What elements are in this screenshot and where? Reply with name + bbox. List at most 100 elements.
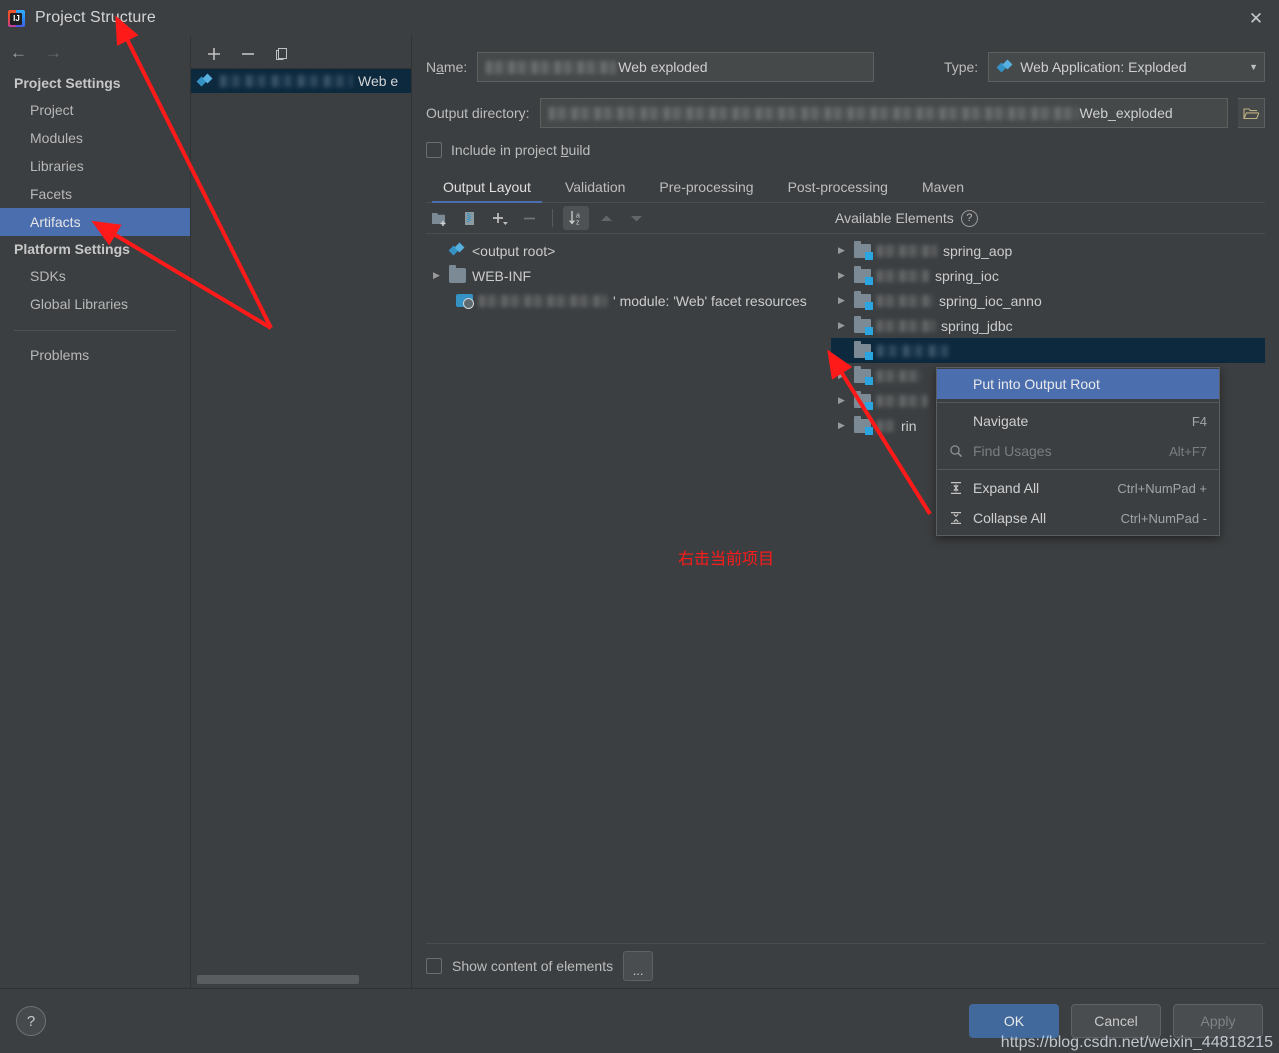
chevron-right-icon[interactable]: ▶ — [835, 370, 848, 381]
list-item[interactable]: Web e — [191, 69, 411, 93]
menu-item-label: Find Usages — [973, 443, 1052, 459]
list-item[interactable]: ▶ spring_ioc — [831, 263, 1265, 288]
sidebar-item-problems[interactable]: Problems — [0, 341, 190, 369]
search-icon — [947, 444, 965, 458]
sidebar-item-facets[interactable]: Facets — [0, 180, 190, 208]
output-layout-split: a z ▶ — [426, 203, 1265, 943]
tab-pre-processing[interactable]: Pre-processing — [642, 179, 770, 202]
artifact-icon — [449, 243, 466, 258]
redacted-prefix — [877, 244, 937, 257]
menu-item-put-into-output-root[interactable]: Put into Output Root — [937, 369, 1219, 399]
tab-maven[interactable]: Maven — [905, 179, 981, 202]
available-elements-title: Available Elements — [835, 210, 954, 226]
list-item-label: spring_aop — [943, 242, 1013, 259]
back-arrow-icon[interactable]: ← — [10, 43, 27, 63]
redacted-prefix — [877, 344, 949, 357]
library-icon — [854, 315, 873, 335]
browse-folder-icon[interactable] — [1238, 98, 1265, 128]
chevron-right-icon[interactable]: ▶ — [835, 395, 848, 406]
chevron-right-icon[interactable]: ▶ — [835, 270, 848, 281]
move-up-button[interactable] — [593, 206, 619, 230]
chevron-right-icon[interactable]: ▶ — [835, 420, 848, 431]
show-content-options-button[interactable]: ... — [623, 951, 654, 981]
toolbar-divider — [552, 209, 553, 227]
redacted-prefix — [877, 269, 929, 282]
ok-button[interactable]: OK — [969, 1004, 1059, 1038]
svg-text:a: a — [576, 213, 580, 220]
menu-item-collapse-all[interactable]: Collapse All Ctrl+NumPad - — [937, 503, 1219, 533]
list-item[interactable]: ▶ — [831, 338, 1265, 363]
add-copy-button[interactable] — [486, 206, 512, 230]
list-item[interactable]: ▶ spring_jdbc — [831, 313, 1265, 338]
tree-node-label: ' module: 'Web' facet resources — [613, 292, 807, 309]
tab-output-layout[interactable]: Output Layout — [426, 179, 548, 203]
redacted-artifact-name — [220, 75, 352, 87]
menu-divider — [937, 402, 1219, 403]
redacted-output-path — [548, 106, 1079, 120]
question-mark-icon[interactable]: ? — [960, 209, 978, 227]
output-directory-input[interactable]: Web_exploded — [539, 98, 1228, 128]
sidebar-item-libraries[interactable]: Libraries — [0, 152, 190, 180]
name-label: Name: — [426, 59, 468, 75]
artifact-tabs: Output Layout Validation Pre-processing … — [426, 172, 1265, 203]
title-bar: IJ Project Structure ✕ — [0, 0, 1279, 36]
chevron-right-icon[interactable]: ▶ — [430, 270, 443, 281]
tree-node-web-inf[interactable]: ▶ WEB-INF — [426, 263, 831, 288]
tab-post-processing[interactable]: Post-processing — [771, 179, 905, 202]
move-down-button[interactable] — [623, 206, 649, 230]
module-icon — [456, 294, 474, 309]
sidebar-item-modules[interactable]: Modules — [0, 124, 190, 152]
type-select[interactable]: Web Application: Exploded ▼ — [988, 52, 1265, 82]
forward-arrow-icon[interactable]: → — [45, 43, 62, 63]
menu-item-expand-all[interactable]: Expand All Ctrl+NumPad + — [937, 473, 1219, 503]
redacted-prefix — [877, 369, 921, 382]
menu-item-find-usages[interactable]: Find Usages Alt+F7 — [937, 436, 1219, 466]
sort-button[interactable]: a z — [563, 206, 589, 230]
include-in-build-checkbox[interactable] — [426, 142, 442, 158]
dialog-buttons: OK Cancel Apply — [969, 1004, 1263, 1038]
library-icon — [854, 415, 873, 435]
copy-artifact-button[interactable] — [273, 45, 291, 63]
collapse-all-icon — [947, 511, 965, 525]
create-directory-button[interactable] — [426, 206, 452, 230]
create-archive-button[interactable] — [456, 206, 482, 230]
menu-item-navigate[interactable]: Navigate F4 — [937, 406, 1219, 436]
add-artifact-button[interactable] — [205, 45, 223, 63]
help-button[interactable]: ? — [16, 1006, 46, 1036]
sidebar-group-project-settings: Project Settings — [14, 75, 121, 91]
twisty-placeholder: ▶ — [835, 345, 848, 356]
library-icon — [854, 240, 873, 260]
chevron-right-icon[interactable]: ▶ — [835, 245, 848, 256]
list-item-label: spring_ioc — [935, 267, 999, 284]
sidebar-item-global-libraries[interactable]: Global Libraries — [0, 290, 190, 318]
show-content-checkbox[interactable] — [426, 958, 442, 974]
output-directory-label: Output directory: — [426, 105, 530, 121]
remove-element-button[interactable] — [516, 206, 542, 230]
library-icon — [854, 390, 873, 410]
name-row: Name: Web exploded Type: Web Application… — [426, 52, 1265, 82]
list-item[interactable]: ▶ spring_aop — [831, 238, 1265, 263]
apply-button[interactable]: Apply — [1173, 1004, 1263, 1038]
chevron-right-icon[interactable]: ▶ — [835, 295, 848, 306]
output-layout-toolbar: a z — [426, 203, 831, 234]
name-input[interactable]: Web exploded — [477, 52, 874, 82]
sidebar-item-artifacts[interactable]: Artifacts — [0, 208, 190, 236]
sidebar-group-platform-settings: Platform Settings — [14, 241, 130, 257]
remove-artifact-button[interactable] — [239, 45, 257, 63]
list-item-label: spring_ioc_anno — [939, 292, 1042, 309]
cancel-button[interactable]: Cancel — [1071, 1004, 1161, 1038]
chevron-right-icon[interactable]: ▶ — [835, 320, 848, 331]
sidebar-item-sdks[interactable]: SDKs — [0, 262, 190, 290]
artifact-list-horizontal-scrollbar[interactable] — [197, 975, 359, 984]
list-item-label: spring_jdbc — [941, 317, 1013, 334]
watermark: https://blog.csdn.net/weixin_44818215 — [1000, 1034, 1273, 1051]
list-item[interactable]: ▶ spring_ioc_anno — [831, 288, 1265, 313]
tree-node-module-facet-resources[interactable]: ' module: 'Web' facet resources — [426, 288, 831, 313]
sidebar-item-project[interactable]: Project — [0, 96, 190, 124]
tree-node-output-root[interactable]: ▶ <output root> — [426, 238, 831, 263]
tab-validation[interactable]: Validation — [548, 179, 642, 202]
output-layout-tree: ▶ <output root> ▶ WEB-INF ' modu — [426, 234, 831, 943]
library-icon — [854, 365, 873, 385]
menu-item-shortcut: F4 — [1191, 413, 1207, 429]
close-icon[interactable]: ✕ — [1233, 0, 1279, 36]
